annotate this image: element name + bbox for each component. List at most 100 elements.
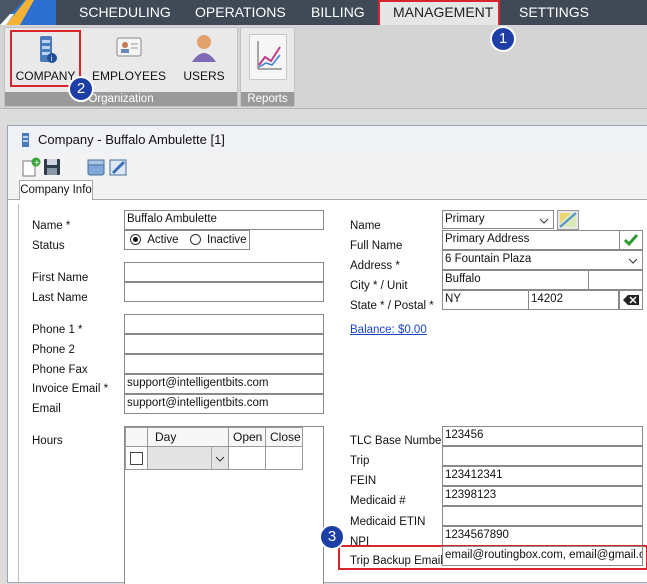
- checkmark-icon: [623, 234, 639, 247]
- status-label: Status: [32, 240, 65, 252]
- step-badge-1: 1: [490, 26, 516, 52]
- step-badge-2: 2: [68, 76, 94, 102]
- address-name-dropdown[interactable]: Primary: [442, 210, 554, 229]
- status-inactive-radio[interactable]: [189, 234, 201, 246]
- form-left-border: [18, 204, 19, 584]
- phone1-field[interactable]: [124, 314, 324, 334]
- chevron-down-icon: [539, 218, 549, 224]
- svg-text:+: +: [34, 158, 41, 167]
- menu-management[interactable]: MANAGEMENT: [393, 0, 493, 25]
- status-active-radio[interactable]: [130, 234, 141, 246]
- company-window: Company - Buffalo Ambulette [1] + Compan…: [7, 125, 647, 584]
- company-button[interactable]: i COMPANY: [12, 32, 79, 85]
- address-label: Address *: [350, 260, 400, 272]
- organization-group-label: Organization: [5, 92, 237, 106]
- reports-group: Reports: [240, 27, 295, 107]
- state-field[interactable]: NY: [442, 290, 529, 310]
- first-name-label: First Name: [32, 272, 89, 284]
- city-unit-label: City * / Unit: [350, 280, 408, 292]
- map-icon: [559, 212, 577, 228]
- company-button-label: COMPANY: [15, 69, 76, 83]
- ribbon: Organization Reports i COMPANY EMPLOYEES…: [0, 25, 647, 109]
- hours-day-dropdown[interactable]: [147, 446, 229, 470]
- clear-address-button[interactable]: [619, 290, 643, 310]
- fein-label: FEIN: [350, 475, 377, 487]
- window-toolbar: +: [8, 154, 647, 180]
- address-name-value: Primary: [445, 213, 485, 225]
- unit-field[interactable]: [588, 270, 643, 290]
- hours-row: [125, 446, 148, 470]
- medicaid-etin-field[interactable]: [442, 506, 643, 526]
- users-button-label: USERS: [183, 69, 225, 83]
- trip-backup-email-field[interactable]: email@routingbox.com, email@gmail.com: [442, 546, 643, 566]
- backspace-icon: [623, 295, 639, 305]
- invoice-email-label: Invoice Email *: [32, 383, 109, 395]
- phone2-field[interactable]: [124, 334, 324, 354]
- phone-fax-label: Phone Fax: [32, 364, 88, 376]
- map-button[interactable]: [557, 210, 579, 230]
- balance-link[interactable]: Balance: $0.00: [350, 323, 427, 337]
- archive-icon[interactable]: [86, 157, 106, 177]
- new-record-icon[interactable]: +: [21, 157, 41, 177]
- hours-header-day: Day: [147, 427, 229, 447]
- building-icon: i: [39, 36, 57, 63]
- users-button[interactable]: USERS: [178, 32, 230, 85]
- tlc-base-number-field[interactable]: 123456: [442, 426, 643, 446]
- hours-row-checkbox[interactable]: [130, 452, 143, 465]
- chevron-down-icon: [211, 447, 228, 469]
- full-name-field[interactable]: Primary Address: [442, 230, 620, 250]
- last-name-label: Last Name: [32, 292, 88, 304]
- reports-button[interactable]: [249, 34, 287, 80]
- edit-icon[interactable]: [108, 157, 128, 177]
- menu-billing[interactable]: BILLING: [311, 0, 365, 25]
- first-name-field[interactable]: [124, 262, 324, 282]
- svg-text:i: i: [50, 55, 52, 63]
- city-field[interactable]: Buffalo: [442, 270, 589, 290]
- state-postal-label: State * / Postal *: [350, 300, 434, 312]
- address-name-label: Name: [350, 220, 381, 232]
- top-menu-bar: SCHEDULING OPERATIONS BILLING MANAGEMENT…: [0, 0, 647, 29]
- hours-open-cell[interactable]: [228, 446, 266, 470]
- invoice-email-field[interactable]: support@intelligentbits.com: [124, 374, 324, 394]
- road-logo-icon: [0, 0, 56, 25]
- menu-scheduling[interactable]: SCHEDULING: [79, 0, 171, 25]
- full-name-label: Full Name: [350, 240, 403, 252]
- hours-label: Hours: [32, 435, 63, 447]
- tab-company-info[interactable]: Company Info: [19, 180, 93, 200]
- last-name-field[interactable]: [124, 282, 324, 302]
- email-field[interactable]: support@intelligentbits.com: [124, 394, 324, 414]
- phone2-label: Phone 2: [32, 344, 75, 356]
- chevron-down-icon: [628, 258, 638, 264]
- employees-button-label: EMPLOYEES: [91, 69, 167, 83]
- trip-backup-email-label: Trip Backup Email: [350, 555, 443, 567]
- full-name-validate-button[interactable]: [619, 230, 643, 250]
- fein-field[interactable]: 123412341: [442, 466, 643, 486]
- address-field[interactable]: 6 Fountain Plaza: [442, 250, 643, 270]
- name-field[interactable]: Buffalo Ambulette: [124, 210, 324, 230]
- hours-header-open: Open: [228, 427, 266, 447]
- id-card-icon: [116, 37, 142, 57]
- chart-icon: [257, 41, 282, 70]
- npi-field[interactable]: 1234567890: [442, 526, 643, 546]
- menu-operations[interactable]: OPERATIONS: [195, 0, 286, 25]
- status-active-label: Active: [147, 234, 179, 246]
- name-label: Name *: [32, 220, 71, 232]
- phone1-label: Phone 1 *: [32, 324, 83, 336]
- reports-group-label: Reports: [241, 92, 294, 106]
- hours-header-select: [125, 427, 148, 447]
- window-title: Company - Buffalo Ambulette [1]: [38, 132, 225, 147]
- building-small-icon: [22, 133, 29, 147]
- menu-settings[interactable]: SETTINGS: [519, 0, 589, 25]
- tab-bar: Company Info: [8, 180, 647, 200]
- medicaid-field[interactable]: 12398123: [442, 486, 643, 506]
- step-badge-3: 3: [319, 524, 345, 550]
- hours-grid: Day Open Close: [124, 426, 324, 584]
- email-label: Email: [32, 403, 61, 415]
- phone-fax-field[interactable]: [124, 354, 324, 374]
- hours-close-cell[interactable]: [265, 446, 303, 470]
- trip-field[interactable]: [442, 446, 643, 466]
- employees-button[interactable]: EMPLOYEES: [88, 32, 170, 85]
- postal-field[interactable]: 14202: [528, 290, 619, 310]
- save-icon[interactable]: [42, 157, 62, 177]
- app-logo: [0, 0, 56, 25]
